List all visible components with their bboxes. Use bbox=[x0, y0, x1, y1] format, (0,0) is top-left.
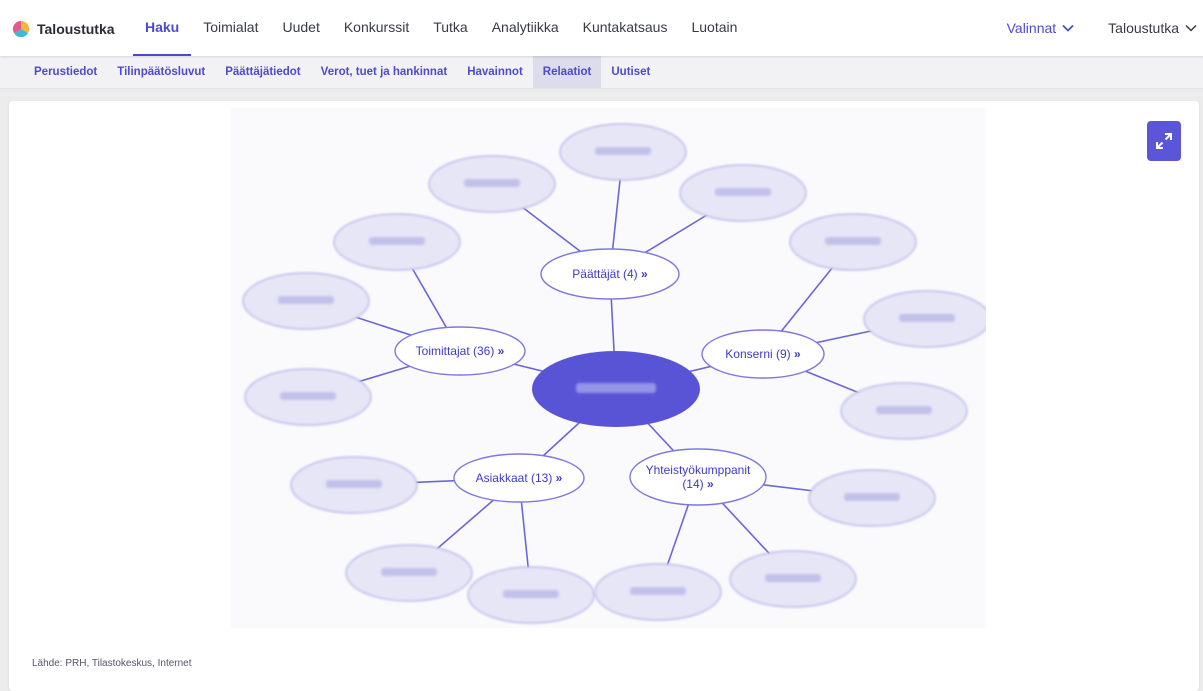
group-node-label: Konserni (9) » bbox=[725, 347, 801, 361]
tab-7[interactable]: Uutiset bbox=[601, 56, 660, 88]
main-nav: Haku Toimialat Uudet Konkurssit Tutka Analyti… bbox=[133, 0, 749, 56]
group-node[interactable]: Päättäjät (4) » bbox=[540, 248, 680, 300]
source-note: Lähde: PRH, Tilastokeskus, Internet bbox=[32, 658, 192, 669]
more-glyph: » bbox=[498, 344, 505, 358]
relations-graph-svg: Päättäjät (4) » Toimittajat (36) » Konsern… bbox=[242, 123, 986, 624]
leaf-node[interactable] bbox=[290, 456, 418, 514]
tab-1[interactable]: Perustiedot bbox=[24, 56, 107, 88]
leaf-node[interactable] bbox=[559, 123, 687, 181]
leaf-node[interactable] bbox=[594, 563, 722, 621]
leaf-node[interactable] bbox=[333, 213, 461, 271]
account-dropdown[interactable]: Taloustutka bbox=[1092, 20, 1203, 36]
expand-fullscreen-button[interactable] bbox=[1147, 121, 1181, 161]
leaf-node[interactable] bbox=[840, 382, 968, 440]
leaf-node[interactable] bbox=[242, 272, 370, 330]
leaf-node[interactable] bbox=[244, 368, 372, 426]
group-node-label: Asiakkaat (13) » bbox=[476, 471, 563, 485]
group-node[interactable]: Asiakkaat (13) » bbox=[453, 453, 585, 503]
chevron-down-icon bbox=[1185, 24, 1197, 32]
tab-4[interactable]: Verot, tuet ja hankinnat bbox=[311, 56, 458, 88]
chevron-down-icon bbox=[1062, 24, 1074, 32]
leaf-node[interactable] bbox=[345, 544, 473, 602]
section-subnav: Perustiedot Tilinpäätösluvut Päättäjätiedo… bbox=[0, 56, 1203, 89]
brand-logo-link[interactable]: Taloustutka bbox=[11, 19, 115, 39]
tab-3[interactable]: Päättäjätiedot bbox=[215, 56, 310, 88]
nav-item-tutka[interactable]: Tutka bbox=[421, 0, 480, 56]
nav-item-konkurssit[interactable]: Konkurssit bbox=[332, 0, 421, 56]
more-glyph: » bbox=[556, 471, 563, 485]
leaf-node[interactable] bbox=[789, 213, 917, 271]
expand-arrows-icon bbox=[1156, 133, 1172, 149]
group-node[interactable]: Konserni (9) » bbox=[701, 329, 825, 379]
leaf-node[interactable] bbox=[428, 155, 556, 213]
tab-6[interactable]: Relaatiot bbox=[532, 56, 602, 88]
group-node-label: Päättäjät (4) » bbox=[572, 267, 648, 281]
more-glyph: » bbox=[794, 347, 801, 361]
brand-name: Taloustutka bbox=[37, 21, 115, 37]
more-glyph: » bbox=[641, 267, 648, 281]
nav-item-analytiikka[interactable]: Analytiikka bbox=[480, 0, 571, 56]
brand-logo-icon bbox=[12, 20, 30, 38]
leaf-node[interactable] bbox=[808, 469, 936, 527]
nav-item-uudet[interactable]: Uudet bbox=[270, 0, 331, 56]
leaf-node[interactable] bbox=[679, 164, 807, 222]
tab-2[interactable]: Tilinpäätösluvut bbox=[107, 56, 215, 88]
leaf-node[interactable] bbox=[863, 290, 986, 348]
leaf-node[interactable] bbox=[467, 566, 595, 624]
group-node-label: Yhteistyökumppanit bbox=[646, 463, 751, 477]
tab-5[interactable]: Havainnot bbox=[457, 56, 533, 88]
more-glyph: » bbox=[707, 477, 714, 491]
valinnat-dropdown[interactable]: Valinnat bbox=[991, 20, 1093, 36]
nav-item-luotain[interactable]: Luotain bbox=[679, 0, 749, 56]
valinnat-label: Valinnat bbox=[1006, 20, 1057, 36]
group-node-label-line2: (14) » bbox=[682, 477, 714, 491]
group-node[interactable]: Toimittajat (36) » bbox=[394, 326, 526, 376]
group-node-label: Toimittajat (36) » bbox=[416, 344, 505, 358]
top-navigation-bar: Taloustutka Haku Toimialat Uudet Konkurssit… bbox=[0, 0, 1203, 56]
leaf-node[interactable] bbox=[729, 550, 857, 608]
nav-item-haku[interactable]: Haku bbox=[133, 0, 192, 56]
relations-graph: Päättäjät (4) » Toimittajat (36) » Konsern… bbox=[231, 108, 986, 628]
graph-center-node[interactable] bbox=[532, 351, 700, 427]
group-node[interactable]: Yhteistyökumppanit(14) » bbox=[629, 448, 767, 506]
relations-panel: Päättäjät (4) » Toimittajat (36) » Konsern… bbox=[9, 101, 1199, 691]
top-right-menu: Valinnat Taloustutka bbox=[991, 0, 1203, 56]
nav-item-kuntakatsaus[interactable]: Kuntakatsaus bbox=[571, 0, 680, 56]
account-label: Taloustutka bbox=[1108, 20, 1179, 36]
nav-item-toimialat[interactable]: Toimialat bbox=[191, 0, 270, 56]
